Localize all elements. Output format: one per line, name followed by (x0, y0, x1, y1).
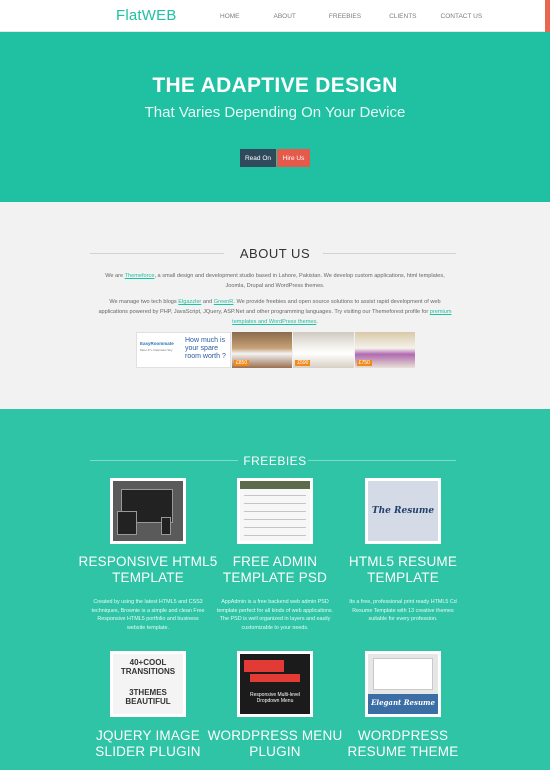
tablet-shape (117, 511, 137, 535)
freebie-thumbnail[interactable]: Responsive Multi-level Dropdown Menu (237, 651, 313, 717)
ad-text-panel: EasyRoommate Meet 47+ Flatmates Sky How … (136, 332, 231, 368)
devices-mockup-image (113, 481, 183, 541)
site-header: FlatWEB HOME ABOUT FREEBIES CLIENTS CONT… (0, 0, 550, 32)
main-nav: HOME ABOUT FREEBIES CLIENTS CONTACT US (220, 13, 514, 20)
admin-line (244, 495, 306, 496)
text-span: . (316, 319, 318, 325)
hero-subtitle: That Varies Depending On Your Device (144, 104, 406, 121)
freebie-description: Created by using the latest HTML5 and CS… (91, 599, 205, 631)
nav-about[interactable]: ABOUT (274, 13, 296, 20)
freebie-description: AppAdmin is a free backend web admin PSD… (216, 599, 334, 631)
hire-us-button[interactable]: Hire Us (277, 149, 310, 167)
about-title: ABOUT US (239, 246, 311, 261)
resume-page-shape (373, 658, 433, 690)
admin-line (244, 511, 306, 512)
text-span: and (201, 299, 214, 305)
freebies-section: FREEBIES RESPONSIVE HTML5 TEMPLATE Creat… (0, 409, 550, 770)
resume-cover-image: The Resume (368, 481, 438, 541)
admin-line (244, 527, 306, 528)
ad-price: £590 (295, 360, 311, 366)
admin-line (244, 519, 306, 520)
elegant-label: Elegant Resume (371, 698, 435, 707)
site-logo[interactable]: FlatWEB (116, 7, 177, 24)
menu-label: Responsive Multi-level Dropdown Menu (249, 692, 301, 704)
admin-topbar (240, 481, 310, 489)
nav-clients[interactable]: CLIENTS (389, 13, 416, 20)
freebie-thumbnail[interactable] (237, 478, 313, 544)
freebie-thumbnail[interactable] (110, 478, 186, 544)
hero-title: THE ADAPTIVE DESIGN (152, 74, 398, 97)
freebie-title[interactable]: WORDPRESS MENU PLUGIN (205, 728, 345, 760)
about-rule-right (323, 253, 456, 254)
text-span: We are (105, 273, 125, 279)
about-paragraph-2: We manage two tech blogs Elgazzler and G… (95, 297, 455, 327)
freebie-thumbnail[interactable]: The Resume (365, 478, 441, 544)
dropdown-menu-image: Responsive Multi-level Dropdown Menu (240, 654, 310, 714)
ad-tagline: Meet 47+ Flatmates Sky (140, 348, 173, 352)
elgazzler-link[interactable]: Elgazzler (178, 299, 201, 305)
read-on-button[interactable]: Read On (240, 149, 276, 167)
ad-banner[interactable]: EasyRoommate Meet 47+ Flatmates Sky How … (136, 332, 416, 368)
ad-price: £850 (233, 360, 250, 366)
freebie-title[interactable]: FREE ADMIN TEMPLATE PSD (205, 554, 345, 586)
header-accent-bar (545, 0, 550, 32)
freebie-title[interactable]: JQUERY IMAGE SLIDER PLUGIN (78, 728, 218, 760)
menu-red-block (244, 660, 284, 672)
freebies-rule-right (308, 460, 456, 461)
ad-brand: EasyRoommate (140, 341, 174, 346)
themes-label: 3THEMES BEAUTIFUL (125, 688, 171, 706)
text-span: We manage two tech blogs (109, 299, 179, 305)
elegant-resume-image: Elegant Resume (368, 654, 438, 714)
freebie-thumbnail[interactable]: Elegant Resume (365, 651, 441, 717)
ad-room-image: £850 (231, 332, 293, 368)
phone-shape (161, 517, 171, 535)
nav-home[interactable]: HOME (220, 13, 240, 20)
about-paragraph-1: We are Themeforce, a small design and de… (95, 271, 455, 291)
ad-room-image: £750 (354, 332, 416, 368)
freebie-title[interactable]: RESPONSIVE HTML5 TEMPLATE (78, 554, 218, 586)
about-section: ABOUT US We are Themeforce, a small desi… (0, 202, 550, 409)
freebie-description: Its a free, professional print ready HTM… (349, 599, 457, 623)
admin-line (244, 535, 306, 536)
themeforce-link[interactable]: Themeforce (125, 273, 155, 279)
text-span: , a small design and development studio … (154, 273, 445, 289)
greenr-link[interactable]: GreenR (214, 299, 234, 305)
nav-contact[interactable]: CONTACT US (441, 13, 483, 20)
freebie-title[interactable]: HTML5 RESUME TEMPLATE (333, 554, 473, 586)
freebies-title: FREEBIES (243, 454, 307, 468)
transitions-label: 40+COOL TRANSITIONS (120, 658, 176, 676)
admin-line (244, 503, 306, 504)
nav-freebies[interactable]: FREEBIES (329, 13, 361, 20)
freebie-thumbnail[interactable]: 40+COOL TRANSITIONS 3THEMES BEAUTIFUL (110, 651, 186, 717)
slider-plugin-image: 40+COOL TRANSITIONS 3THEMES BEAUTIFUL (113, 654, 183, 714)
ad-room-image: £590 (293, 332, 354, 368)
hero-section: THE ADAPTIVE DESIGN That Varies Dependin… (0, 32, 550, 202)
ad-price: £750 (356, 360, 372, 366)
menu-red-block (250, 674, 300, 682)
resume-label: The Resume (371, 506, 435, 516)
freebie-title[interactable]: WORDPRESS RESUME THEME (333, 728, 473, 760)
admin-dashboard-image (240, 481, 310, 541)
ad-question: How much is your spare room worth ? (185, 337, 226, 360)
